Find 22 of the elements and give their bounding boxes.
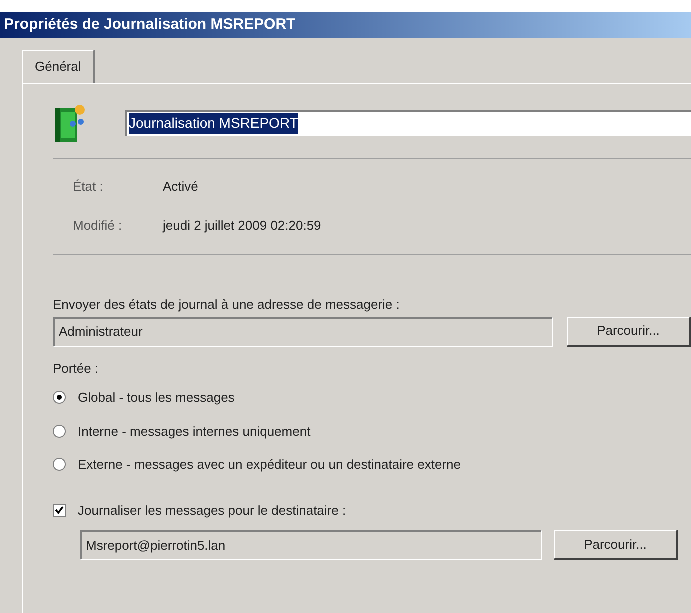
report-address-label: Envoyer des états de journal à une adresse de messagerie : bbox=[53, 296, 401, 312]
browse-button[interactable]: Parcourir... bbox=[567, 316, 691, 346]
radio-button[interactable] bbox=[53, 424, 66, 438]
tab[interactable]: Général bbox=[22, 50, 96, 82]
radio-label: Interne - messages internes uniquement bbox=[78, 422, 311, 441]
checkbox[interactable] bbox=[53, 504, 66, 517]
checkbox-label: Journaliser les messages pour le destinataire : bbox=[78, 502, 346, 520]
radio-label: Global - tous les messages bbox=[78, 389, 235, 407]
window-title: Propriétés de Journalisation MSREPORT bbox=[0, 12, 691, 38]
name-field[interactable]: Journalisation MSREPORT bbox=[125, 110, 691, 136]
radio-label: Externe - messages avec un expéditeur ou un destinataire externe bbox=[78, 456, 462, 474]
info-value: Activé bbox=[163, 178, 198, 196]
recipient-field[interactable]: Msreport@pierrotin5.lan bbox=[80, 530, 542, 560]
scope-label: Portée : bbox=[53, 360, 100, 378]
radio-button[interactable] bbox=[53, 391, 66, 404]
info-label: Modifié : bbox=[73, 217, 124, 235]
info-label: État : bbox=[73, 178, 104, 196]
radio-button[interactable] bbox=[53, 458, 66, 472]
browse-button[interactable]: Parcourir... bbox=[554, 530, 678, 560]
name-text: Journalisation MSREPORT bbox=[129, 113, 298, 134]
report-address-field[interactable]: Administrateur bbox=[53, 316, 553, 346]
info-value: jeudi 2 juillet 2009 02:20:59 bbox=[163, 217, 322, 235]
